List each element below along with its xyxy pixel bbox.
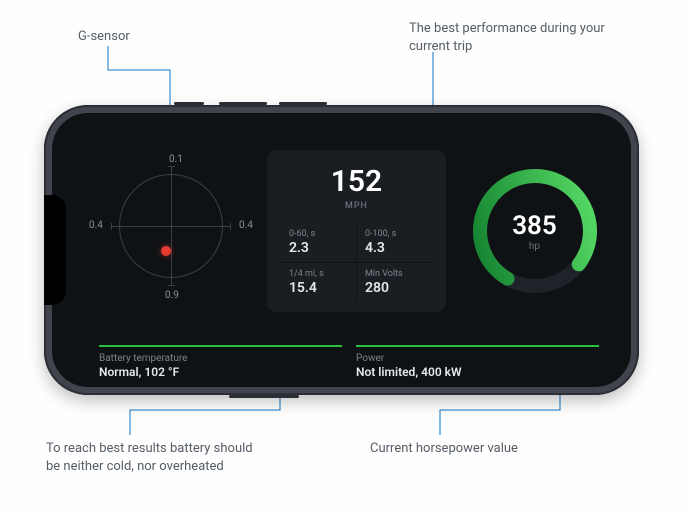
stat-value: 15.4	[289, 280, 348, 296]
status-bar-icon	[99, 345, 342, 347]
gsensor-dot-icon	[161, 246, 171, 256]
gsensor-axis-vertical	[171, 166, 172, 286]
phone-notch	[44, 195, 66, 305]
horsepower-gauge[interactable]: 385 hp	[460, 156, 609, 306]
status-bar-icon	[356, 345, 599, 347]
performance-card[interactable]: 152 MPH 0-60, s 2.3 0-100, s 4.3 1/4 mi,…	[267, 150, 446, 312]
stat-0-100: 0-100, s 4.3	[357, 223, 432, 262]
stat-value: 2.3	[289, 240, 348, 256]
status-power[interactable]: Power Not limited, 400 kW	[356, 345, 599, 379]
phone-side-button	[219, 102, 267, 105]
stat-value: 280	[365, 280, 424, 296]
annotation-performance: The best performance during your current…	[409, 20, 609, 56]
gsensor-widget[interactable]: 0.1 0.4 0.4 0.9	[89, 136, 253, 326]
stat-label: 0-60, s	[289, 229, 348, 239]
stat-label: 1/4 mi, s	[289, 269, 348, 279]
annotation-battery: To reach best results battery should be …	[46, 440, 266, 476]
phone-side-button	[229, 395, 299, 398]
stat-0-60: 0-60, s 2.3	[281, 223, 356, 262]
phone-side-button	[279, 102, 327, 105]
app-screen: 0.1 0.4 0.4 0.9 152 MPH 0-60, s 2.3 0-10…	[89, 117, 609, 383]
status-battery-temperature[interactable]: Battery temperature Normal, 102 °F	[99, 345, 342, 379]
status-label: Battery temperature	[99, 353, 342, 364]
stat-min-volts: Min Volts 280	[357, 263, 432, 302]
stat-quarter-mile: 1/4 mi, s 15.4	[281, 263, 356, 302]
gsensor-label-top: 0.1	[169, 154, 183, 165]
stat-label: Min Volts	[365, 269, 424, 279]
gsensor-label-bottom: 0.9	[165, 290, 179, 301]
speed-value: 152	[281, 164, 432, 199]
gauge-ring-icon	[460, 156, 610, 306]
speed-unit: MPH	[281, 201, 432, 211]
gsensor-label-left: 0.4	[89, 220, 103, 231]
phone-side-button	[174, 102, 204, 105]
phone-frame: 0.1 0.4 0.4 0.9 152 MPH 0-60, s 2.3 0-10…	[44, 105, 639, 395]
annotation-horsepower: Current horsepower value	[370, 440, 518, 458]
gsensor-label-right: 0.4	[239, 220, 253, 231]
status-label: Power	[356, 353, 599, 364]
stat-label: 0-100, s	[365, 229, 424, 239]
stat-value: 4.3	[365, 240, 424, 256]
status-value: Not limited, 400 kW	[356, 365, 599, 379]
annotation-gsensor: G-sensor	[78, 28, 130, 46]
status-value: Normal, 102 °F	[99, 365, 342, 379]
